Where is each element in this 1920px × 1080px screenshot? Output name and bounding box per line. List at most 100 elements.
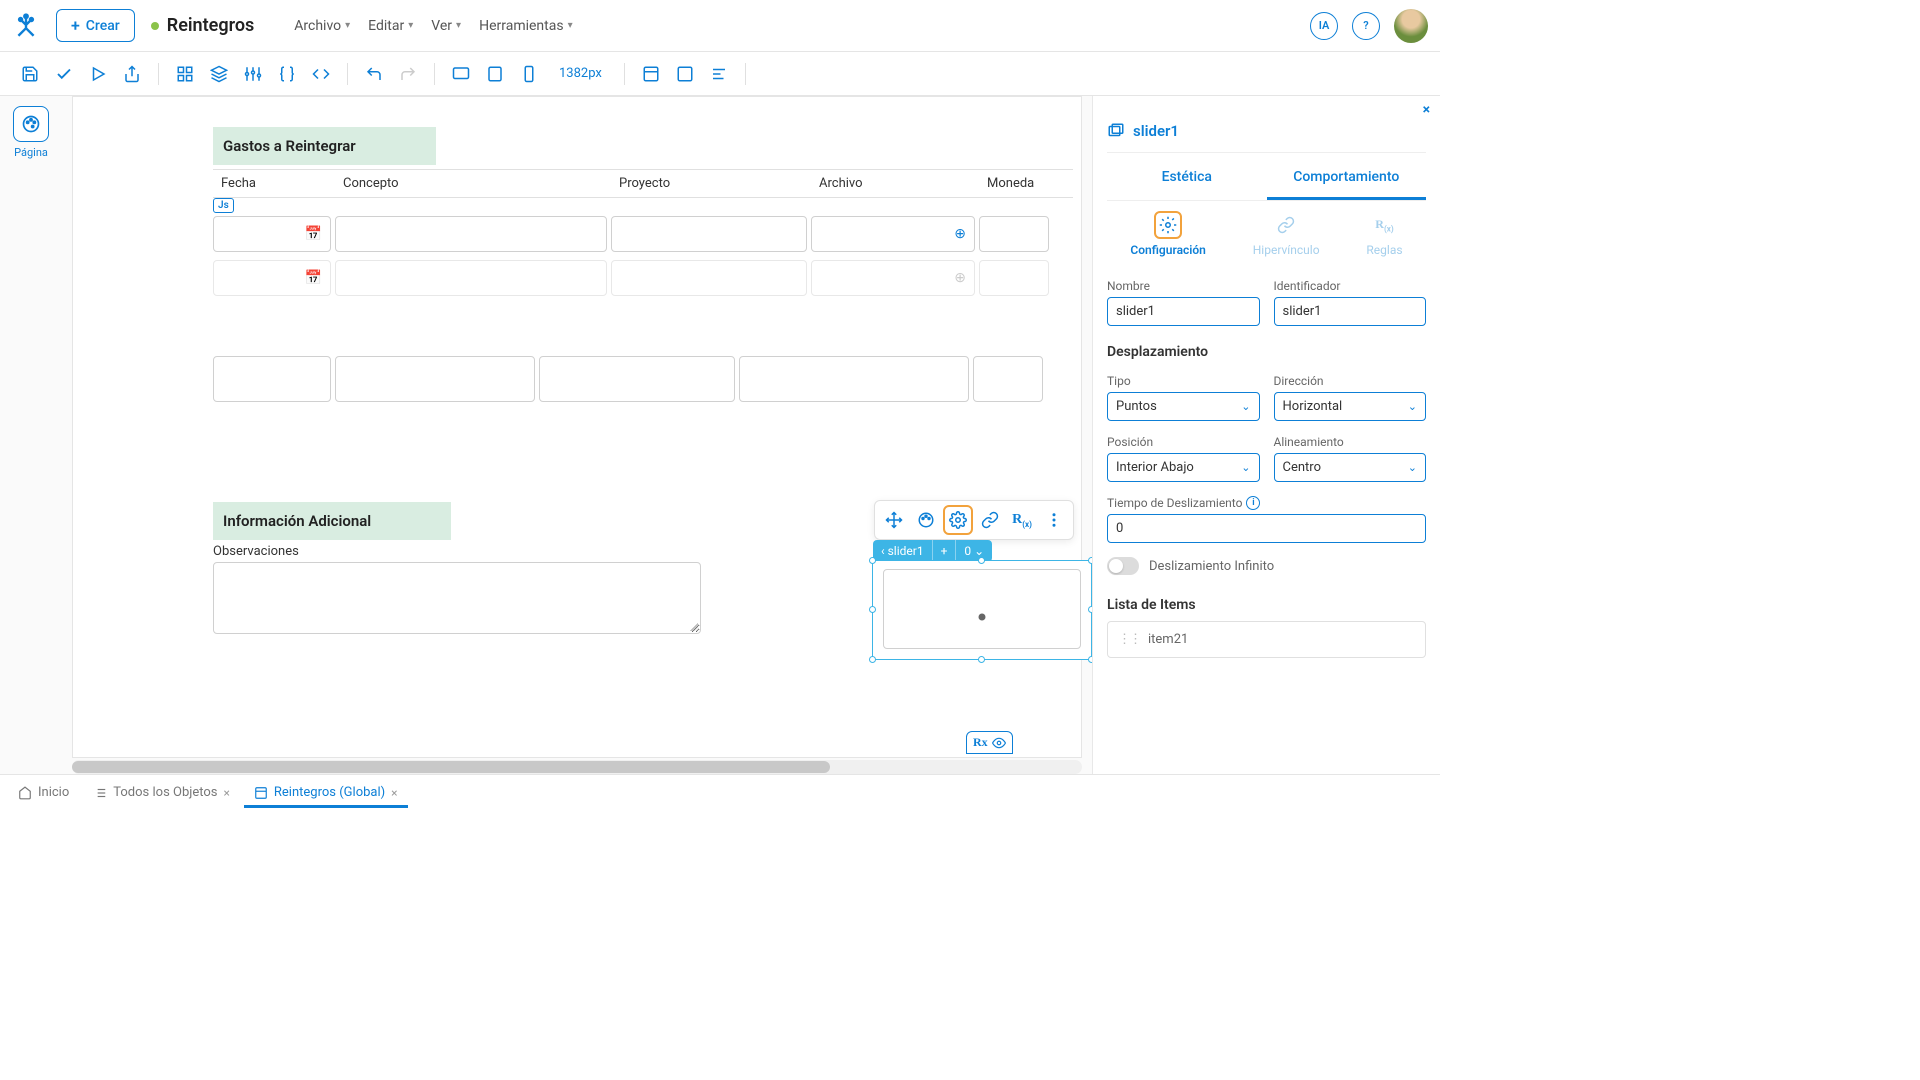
sliders-icon[interactable]	[239, 60, 267, 88]
info-icon[interactable]: i	[1246, 496, 1260, 510]
gear-icon[interactable]	[943, 505, 973, 535]
resize-handle[interactable]	[869, 606, 876, 613]
concepto-input[interactable]	[335, 216, 607, 252]
tab-inicio[interactable]: Inicio	[8, 777, 79, 808]
resize-handle[interactable]	[978, 656, 985, 663]
th-concepto: Concepto	[335, 170, 611, 197]
posicion-select[interactable]: Interior Abajo⌄	[1107, 453, 1260, 482]
box[interactable]	[739, 356, 969, 402]
palette-icon[interactable]	[911, 505, 941, 535]
check-icon[interactable]	[50, 60, 78, 88]
proyecto-input[interactable]	[611, 216, 807, 252]
fecha-input[interactable]: 📅	[213, 216, 331, 252]
mobile-icon[interactable]	[515, 60, 543, 88]
panel-top-icon[interactable]	[637, 60, 665, 88]
section-info-title: Información Adicional	[213, 502, 451, 540]
braces-icon[interactable]	[273, 60, 301, 88]
resize-handle[interactable]	[978, 557, 985, 564]
menu-herramientas[interactable]: Herramientas▾	[479, 18, 573, 34]
tablet-icon[interactable]	[481, 60, 509, 88]
desplazamiento-heading: Desplazamiento	[1107, 344, 1426, 360]
subtab-hipervinculo[interactable]: Hipervínculo	[1253, 211, 1320, 257]
canvas-wrap: Gastos a Reintegrar Fecha Concepto Proye…	[62, 96, 1092, 774]
infinite-label: Deslizamiento Infinito	[1149, 559, 1274, 574]
tiempo-input[interactable]	[1107, 514, 1426, 543]
zoom-label[interactable]: 1382px	[549, 66, 612, 81]
proyecto-input-dim	[611, 260, 807, 296]
grid-icon[interactable]	[171, 60, 199, 88]
menu-bar: Archivo▾ Editar▾ Ver▾ Herramientas▾	[294, 18, 572, 34]
archivo-input[interactable]: ⊕	[811, 216, 975, 252]
selection-tag[interactable]: ‹slider1 + 0 ⌄	[873, 540, 992, 562]
drag-handle-icon[interactable]: ⋮⋮	[1118, 632, 1140, 647]
page-palette-button[interactable]	[13, 106, 49, 142]
archivo-input-dim: ⊕	[811, 260, 975, 296]
tab-todos[interactable]: Todos los Objetos ×	[83, 777, 240, 808]
undo-icon[interactable]	[360, 60, 388, 88]
create-label: Crear	[86, 18, 120, 34]
subtab-configuracion[interactable]: Configuración	[1130, 211, 1205, 257]
link-icon[interactable]	[975, 505, 1005, 535]
tab-reintegros[interactable]: Reintegros (Global) ×	[244, 777, 408, 808]
panel-side-icon[interactable]	[671, 60, 699, 88]
desktop-icon[interactable]	[447, 60, 475, 88]
layers-icon[interactable]	[205, 60, 233, 88]
fecha-input-dim: 📅	[213, 260, 331, 296]
table-row: Js 📅 ⊕	[213, 216, 1073, 252]
menu-editar[interactable]: Editar▾	[368, 18, 413, 34]
infinite-toggle[interactable]	[1107, 557, 1139, 575]
create-button[interactable]: + Crear	[56, 9, 135, 42]
box[interactable]	[539, 356, 735, 402]
align-icon[interactable]	[705, 60, 733, 88]
save-icon[interactable]	[16, 60, 44, 88]
panel-title: slider1	[1107, 122, 1426, 153]
calendar-icon: 📅	[305, 270, 322, 286]
alineamiento-select[interactable]: Centro⌄	[1274, 453, 1427, 482]
rules-icon[interactable]: R(x)	[1007, 505, 1037, 535]
identificador-input[interactable]	[1274, 297, 1427, 326]
chevron-down-icon: ▾	[345, 20, 350, 31]
tab-comportamiento[interactable]: Comportamiento	[1267, 157, 1427, 200]
close-icon[interactable]: ×	[224, 786, 230, 800]
subtab-reglas[interactable]: R(x) Reglas	[1366, 211, 1402, 257]
more-icon[interactable]	[1039, 505, 1069, 535]
moneda-input[interactable]	[979, 216, 1049, 252]
posicion-label: Posición	[1107, 435, 1260, 449]
scroll-thumb[interactable]	[72, 761, 830, 773]
add-item-button[interactable]: +	[932, 540, 956, 562]
app-logo[interactable]	[12, 12, 40, 40]
nombre-input[interactable]	[1107, 297, 1260, 326]
close-icon[interactable]: ×	[1423, 102, 1430, 118]
help-icon[interactable]: ?	[1352, 12, 1380, 40]
status-dot-icon	[151, 22, 159, 30]
horizontal-scrollbar[interactable]	[72, 760, 1082, 774]
box[interactable]	[335, 356, 535, 402]
menu-ver[interactable]: Ver▾	[431, 18, 461, 34]
nombre-label: Nombre	[1107, 279, 1260, 293]
box[interactable]	[213, 356, 331, 402]
play-icon[interactable]	[84, 60, 112, 88]
list-item[interactable]: ⋮⋮ item21	[1107, 621, 1426, 658]
share-icon[interactable]	[118, 60, 146, 88]
topbar-right: IA ?	[1310, 9, 1428, 43]
section-gastos-title: Gastos a Reintegrar	[213, 127, 436, 165]
avatar[interactable]	[1394, 9, 1428, 43]
menu-archivo[interactable]: Archivo▾	[294, 18, 350, 34]
resize-handle[interactable]	[869, 656, 876, 663]
js-badge[interactable]: Js	[213, 198, 234, 213]
tipo-select[interactable]: Puntos⌄	[1107, 392, 1260, 421]
code-icon[interactable]	[307, 60, 335, 88]
ai-icon[interactable]: IA	[1310, 12, 1338, 40]
resize-handle[interactable]	[869, 557, 876, 564]
direccion-select[interactable]: Horizontal⌄	[1274, 392, 1427, 421]
item-count-dropdown[interactable]: 0 ⌄	[955, 540, 992, 562]
box[interactable]	[973, 356, 1043, 402]
observaciones-textarea[interactable]	[213, 562, 701, 634]
chevron-down-icon: ⌄	[974, 544, 984, 558]
tab-estetica[interactable]: Estética	[1107, 157, 1267, 200]
rx-badge[interactable]: Rx	[966, 731, 1013, 754]
move-icon[interactable]	[879, 505, 909, 535]
chevron-down-icon: ⌄	[1241, 400, 1250, 413]
close-icon[interactable]: ×	[391, 786, 397, 800]
slider-selection[interactable]	[872, 560, 1092, 660]
